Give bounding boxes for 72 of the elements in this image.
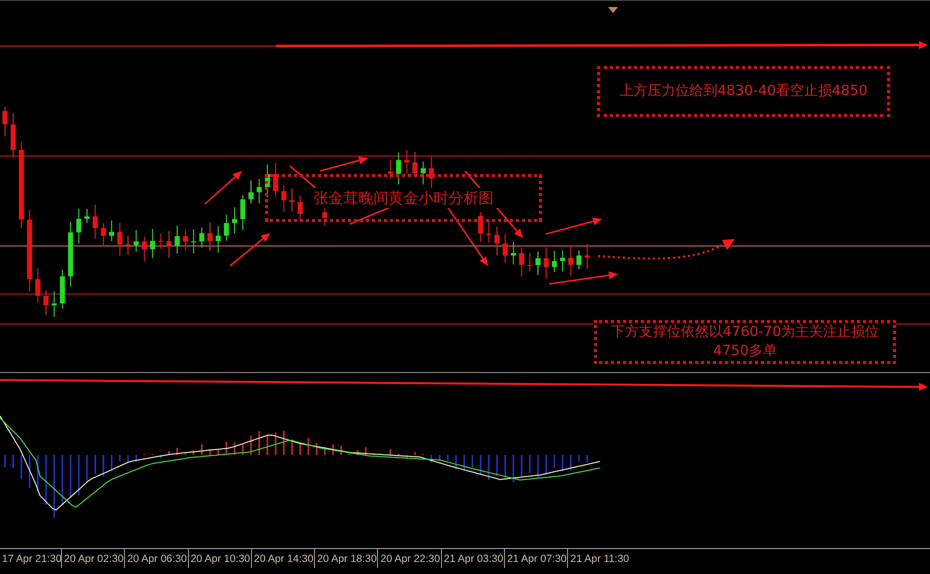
time-axis-label: 20 Apr 10:30	[188, 549, 251, 568]
candlestick	[584, 243, 590, 270]
trend-arrow	[548, 271, 618, 285]
candlestick	[142, 236, 147, 262]
candlestick	[494, 226, 500, 256]
candlestick	[412, 151, 418, 178]
candlestick	[502, 233, 508, 264]
candlestick	[510, 241, 516, 265]
support-annotation: 下方支撑位依然以4760-70为主关注止损位4750多单	[594, 320, 896, 364]
time-axis-label: 21 Apr 07:30	[504, 549, 568, 568]
candlestick	[191, 228, 196, 254]
candlestick	[150, 228, 156, 258]
candlestick	[388, 159, 393, 180]
trend-arrow	[230, 233, 270, 267]
candlestick	[174, 225, 180, 254]
candlestick	[420, 161, 426, 185]
candlestick	[519, 246, 524, 278]
candlestick	[224, 214, 229, 242]
candlestick	[404, 149, 410, 174]
candlestick	[68, 221, 74, 288]
time-axis-label: 21 Apr 03:30	[440, 549, 504, 568]
candlestick	[166, 230, 172, 259]
time-axis-label: 20 Apr 22:30	[377, 549, 441, 568]
candlestick	[264, 164, 270, 198]
candlestick	[290, 188, 294, 212]
candlestick	[478, 211, 484, 243]
candlestick	[256, 178, 262, 204]
trend-arrow	[204, 171, 242, 205]
candlestick	[536, 251, 540, 276]
candlestick	[298, 195, 303, 221]
candlestick	[281, 184, 286, 212]
candlestick	[109, 220, 114, 242]
candlestick	[273, 162, 278, 197]
resistance-annotation: 上方压力位给到4830-40看空止损4850	[597, 66, 890, 117]
time-axis-label: 20 Apr 14:30	[250, 549, 314, 568]
candlestick	[92, 204, 98, 240]
time-axis-label: 20 Apr 06:30	[124, 549, 188, 568]
time-axis-label: 20 Apr 18:30	[314, 549, 378, 568]
candlestick	[10, 112, 16, 158]
candlestick	[76, 208, 82, 244]
candlestick	[44, 290, 48, 316]
candlestick	[486, 221, 492, 244]
candlestick	[35, 268, 40, 303]
candlestick	[84, 208, 90, 224]
candlestick	[240, 194, 246, 231]
candlestick	[52, 290, 57, 318]
candlestick	[216, 226, 221, 254]
candlestick	[428, 156, 434, 190]
candlestick	[134, 229, 139, 252]
trend-arrow	[546, 217, 602, 235]
candlestick	[182, 229, 188, 251]
candlestick	[568, 245, 574, 276]
candlestick	[126, 235, 130, 256]
time-axis-label: 20 Apr 02:30	[61, 549, 124, 568]
candlestick	[232, 206, 238, 234]
candlestick	[576, 250, 582, 270]
candlestick	[100, 222, 106, 247]
candlestick	[560, 250, 566, 272]
candlestick	[552, 250, 557, 273]
candlestick	[544, 247, 549, 280]
candlestick	[60, 269, 65, 310]
time-axis-label: 17 Apr 21:30	[1, 552, 61, 567]
candlestick	[158, 232, 164, 250]
candlestick	[396, 152, 402, 185]
candlestick	[248, 180, 254, 204]
time-axis-label: 21 Apr 11:30	[567, 549, 631, 568]
candlestick	[117, 222, 122, 257]
candlestick	[199, 226, 204, 248]
candlestick	[2, 106, 8, 137]
candlestick	[527, 252, 532, 272]
marker-triangle-icon	[608, 7, 618, 13]
candlestick	[208, 222, 212, 252]
